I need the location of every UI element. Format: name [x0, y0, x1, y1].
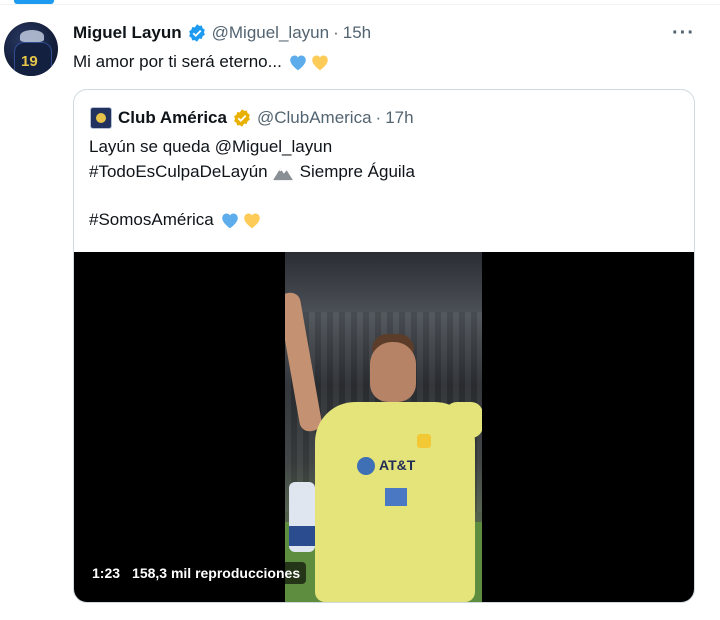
yellow-heart-icon [243, 213, 260, 229]
author-handle[interactable]: @Miguel_layun [212, 23, 329, 43]
quoted-tweet[interactable]: Club América @ClubAmerica · 17h Layún se… [73, 89, 695, 603]
hashtag-link[interactable]: #TodoEsCulpaDeLayún [89, 162, 268, 182]
gold-verified-badge-icon [234, 109, 250, 127]
yellow-heart-icon [312, 55, 328, 71]
video-duration: 1:23 [92, 565, 121, 581]
timestamp[interactable]: 15h [343, 23, 371, 43]
video-frame[interactable]: AT&T [285, 252, 482, 602]
club-america-logo[interactable] [90, 107, 112, 129]
quoted-line-1: Layún se queda @Miguel_layun [89, 137, 333, 156]
tweet-body: Mi amor por ti será eterno... [73, 52, 282, 71]
separator: · [375, 108, 382, 127]
video-info-pill: 1:23 158,3 mil reproducciones [86, 562, 307, 584]
quoted-line-2: #TodoEsCulpaDeLayún Siempre Águila [89, 162, 415, 182]
quoted-author-handle[interactable]: @ClubAmerica [257, 108, 372, 128]
divider [0, 4, 720, 5]
quoted-tweet-header: Club América @ClubAmerica · 17h [90, 106, 414, 130]
avatar[interactable]: 19 [4, 22, 58, 76]
video-views: 158,3 mil reproducciones [132, 565, 301, 581]
eagle-icon [20, 30, 44, 42]
hashtag-link[interactable]: #SomosAmérica [89, 210, 214, 230]
tweet-text: Mi amor por ti será eterno... [73, 52, 330, 72]
blue-heart-icon [290, 55, 306, 71]
tweet-header: Miguel Layun @Miguel_layun · 15h [73, 21, 371, 45]
quoted-line-3: #SomosAmérica [89, 210, 262, 230]
more-icon[interactable]: ··· [672, 22, 695, 45]
quoted-timestamp[interactable]: 17h [385, 108, 413, 128]
video-player[interactable]: AT&T 1:23 158,3 mil reproducciones [74, 252, 694, 602]
verified-badge-icon [188, 24, 205, 42]
separator: · [333, 23, 339, 42]
author-name[interactable]: Miguel Layun [73, 23, 182, 43]
quoted-author-name[interactable]: Club América [118, 108, 227, 128]
mountain-icon [272, 168, 293, 181]
quoted-line-2-rest: Siempre Águila [299, 162, 415, 181]
sponsor-logo: AT&T [357, 457, 415, 476]
blue-heart-icon [221, 213, 238, 229]
